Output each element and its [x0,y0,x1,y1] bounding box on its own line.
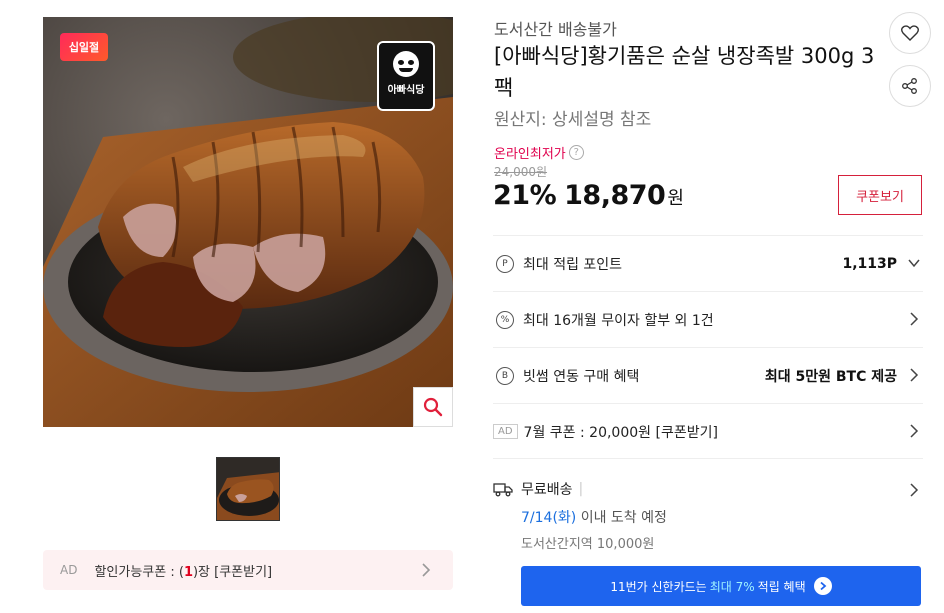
share-button[interactable] [889,65,931,107]
sale-badge: 십일절 [60,33,108,61]
benefit-label: 최대 16개월 무이자 할부 외 1건 [523,312,714,329]
chevron-right-icon [910,312,919,326]
discount-rate: 21% [493,180,557,211]
brand-logo: 아빠식당 [377,41,435,111]
ad-tag: AD [493,424,518,439]
benefit-value: 1,113P [842,255,897,272]
delivery-header: 무료배송 | [493,479,923,499]
chevron-right-icon [910,424,919,438]
view-coupon-button[interactable]: 쿠폰보기 [838,175,922,215]
main-product-image[interactable]: 십일절 아빠식당 [43,17,453,427]
heart-icon [901,25,919,41]
arrival-estimate: 7/14(화) 이내 도착 예정 [521,510,667,526]
coupon-count: 1 [183,564,193,580]
brand-logo-text: 아빠식당 [387,85,425,96]
benefit-point[interactable]: P 최대 적립 포인트 1,113P [493,235,923,291]
brand-face-icon [393,51,419,77]
ad-tag: AD [60,563,78,577]
seller-note: 도서산간 배송불가 [494,20,617,39]
origin-info: 원산지: 상세설명 참조 [494,110,652,130]
arrival-date: 7/14(화) [521,510,577,526]
ad-coupon-text: 할인가능쿠폰 : (1)장 [쿠폰받기] [94,564,273,580]
benefit-bithumb[interactable]: B 빗썸 연동 구매 혜택 최대 5만원 BTC 제공 [493,347,923,403]
share-icon [902,78,917,94]
divider: | [578,481,584,497]
delivery-info[interactable]: 무료배송 | 7/14(화) 이내 도착 예정 도서산간지역 10,000원 [493,458,923,552]
product-title: [아빠식당]황기품은 순살 냉장족발 300g 3팩 [494,44,875,100]
promo-prefix: 11번가 신한카드는 [610,579,707,594]
point-icon: P [496,254,514,273]
like-button[interactable] [889,12,931,54]
chevron-right-icon [910,483,919,497]
magnifier-icon [423,397,443,417]
chevron-right-icon [910,368,919,382]
chevron-down-icon [908,259,920,268]
help-icon[interactable]: ? [568,145,584,160]
sale-price: 18,870 [564,180,666,211]
benefit-label: 빗썸 연동 구매 혜택 [523,368,640,385]
benefit-july-coupon[interactable]: AD 7월 쿠폰 : 20,000원 [쿠폰받기] [493,403,923,459]
lowest-price-label: 온라인최저가 ? [494,143,584,162]
arrow-circle-icon [813,577,832,595]
delivery-label: 무료배송 [521,482,573,498]
bitcoin-icon: B [496,366,514,385]
promo-highlight: 최대 7% [709,579,755,594]
benefit-installment[interactable]: % 최대 16개월 무이자 할부 외 1건 [493,291,923,347]
thumbnail-image [217,458,279,520]
benefit-label: 최대 적립 포인트 [523,256,623,273]
zoom-button[interactable] [413,387,453,427]
benefit-label: 7월 쿠폰 : 20,000원 [쿠폰받기] [523,424,718,441]
promo-suffix: 적립 혜택 [757,579,806,594]
percent-icon: % [496,310,514,329]
shinhan-card-promo-button[interactable]: 11번가 신한카드는 최대 7% 적립 혜택 [521,566,921,606]
truck-icon [493,483,513,497]
original-price: 24,000원 [494,165,548,179]
price-row: 21% 18,870 원 [493,180,684,211]
discount-coupon-ad-bar[interactable]: AD 할인가능쿠폰 : (1)장 [쿠폰받기] [43,550,453,590]
currency-unit: 원 [667,188,684,209]
remote-area-fee: 도서산간지역 10,000원 [521,537,655,552]
product-thumbnail[interactable] [216,457,280,521]
benefit-list: P 최대 적립 포인트 1,113P % 최대 16개월 무이자 할부 외 1건… [493,235,923,459]
chevron-right-icon [422,563,431,577]
benefit-value: 최대 5만원 BTC 제공 [764,368,897,385]
